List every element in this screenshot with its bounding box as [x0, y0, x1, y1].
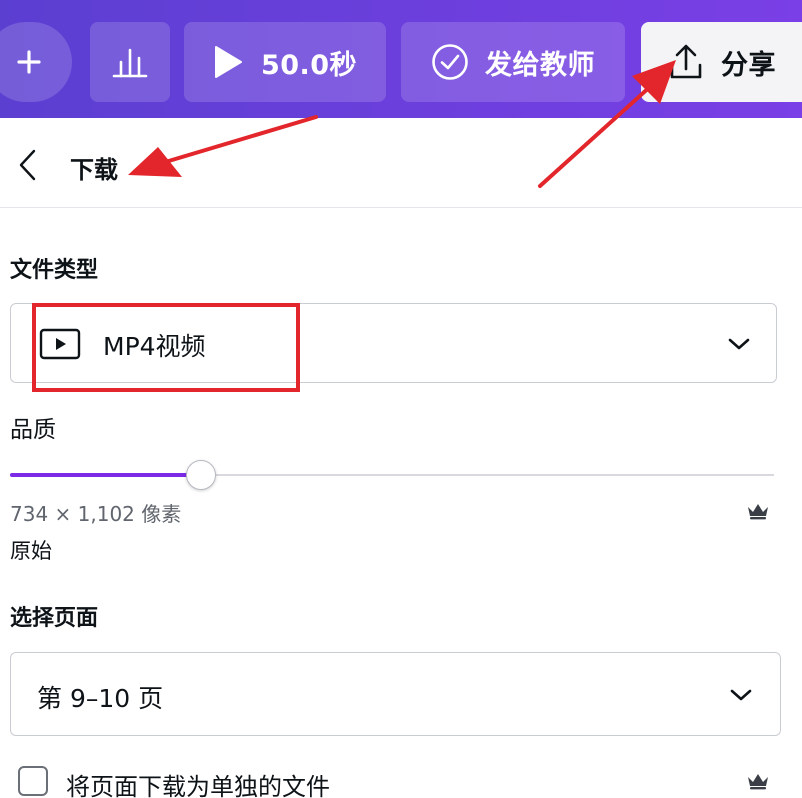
play-icon: [214, 46, 242, 78]
top-toolbar: 50.0秒 发给教师 分享: [0, 0, 802, 118]
insights-button[interactable]: [90, 22, 170, 102]
pages-select[interactable]: 第 9–10 页: [10, 652, 781, 736]
check-circle-icon: [432, 44, 468, 80]
download-panel-header: 下载: [0, 118, 802, 208]
chevron-down-icon: [728, 338, 750, 350]
quality-name: 原始: [10, 539, 52, 563]
chevron-down-icon: [730, 689, 752, 701]
annotation-highlight-box: [32, 303, 300, 392]
chevron-left-icon: [19, 149, 36, 181]
slider-thumb[interactable]: [186, 460, 216, 490]
share-button[interactable]: 分享: [641, 22, 802, 102]
quality-dimensions: 734 × 1,102 像素: [10, 502, 182, 526]
file-type-label: 文件类型: [10, 258, 99, 283]
back-button[interactable]: [14, 148, 42, 182]
crown-icon: [748, 504, 768, 520]
plus-icon: [17, 50, 41, 74]
add-button[interactable]: [0, 22, 72, 102]
send-to-teacher-button[interactable]: 发给教师: [401, 22, 625, 102]
play-button[interactable]: 50.0秒: [184, 22, 386, 102]
quality-label: 品质: [10, 417, 56, 443]
slider-fill: [10, 473, 201, 477]
bar-chart-icon: [112, 48, 148, 78]
share-label: 分享: [721, 49, 776, 81]
pages-value: 第 9–10 页: [37, 684, 164, 713]
quality-slider[interactable]: [10, 458, 774, 492]
send-to-teacher-label: 发给教师: [485, 49, 595, 81]
select-pages-label: 选择页面: [10, 606, 99, 631]
separate-files-label: 将页面下载为单独的文件: [66, 773, 330, 798]
page-title: 下载: [70, 156, 118, 184]
crown-icon: [748, 774, 768, 790]
upload-icon: [670, 44, 702, 79]
duration-label: 50.0秒: [260, 49, 358, 81]
separate-files-checkbox[interactable]: [18, 766, 48, 796]
